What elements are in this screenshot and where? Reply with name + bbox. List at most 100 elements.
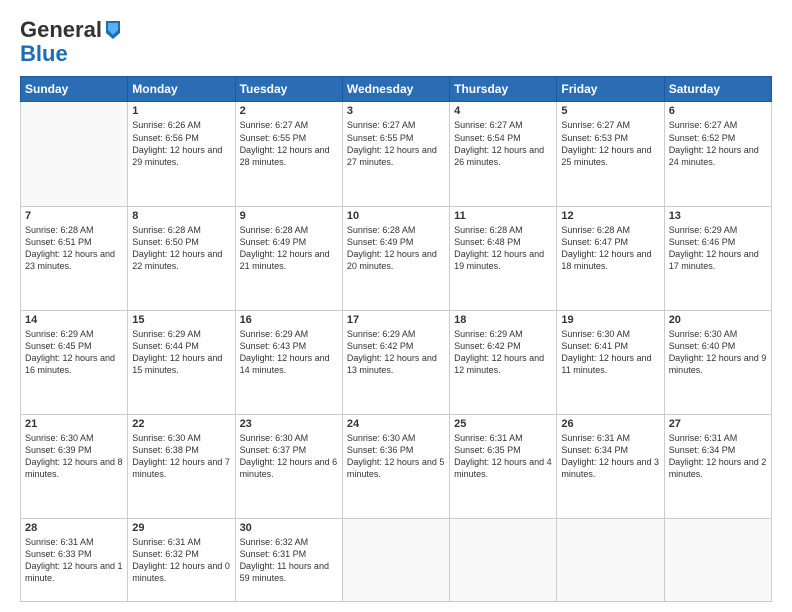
day-details: Sunrise: 6:29 AMSunset: 6:45 PMDaylight:…	[25, 328, 123, 377]
day-number: 21	[25, 418, 123, 430]
day-number: 28	[25, 522, 123, 534]
day-number: 29	[132, 522, 230, 534]
calendar-cell: 7Sunrise: 6:28 AMSunset: 6:51 PMDaylight…	[21, 206, 128, 310]
calendar-cell: 18 Sunrise: 6:29 AMSunset: 6:42 PMDayligh…	[450, 310, 557, 414]
day-details: Sunrise: 6:31 AMSunset: 6:34 PMDaylight:…	[669, 432, 767, 481]
day-details: Sunrise: 6:30 AMSunset: 6:39 PMDaylight:…	[25, 432, 123, 481]
day-number: 26	[561, 418, 659, 430]
logo-icon	[104, 19, 122, 41]
day-details: Sunrise: 6:30 AMSunset: 6:40 PMDaylight:…	[669, 328, 767, 377]
calendar-cell: 21 Sunrise: 6:30 AMSunset: 6:39 PMDayligh…	[21, 414, 128, 518]
day-details: Sunrise: 6:28 AMSunset: 6:49 PMDaylight:…	[347, 224, 445, 273]
day-details: Sunrise: 6:28 AMSunset: 6:48 PMDaylight:…	[454, 224, 552, 273]
day-details: Sunrise: 6:26 AMSunset: 6:56 PMDaylight:…	[132, 119, 230, 168]
calendar-cell: 27Sunrise: 6:31 AMSunset: 6:34 PMDayligh…	[664, 414, 771, 518]
day-number: 20	[669, 314, 767, 326]
calendar-week-row: 7Sunrise: 6:28 AMSunset: 6:51 PMDaylight…	[21, 206, 772, 310]
calendar-cell: 5 Sunrise: 6:27 AMSunset: 6:53 PMDaylight…	[557, 102, 664, 206]
col-header-wednesday: Wednesday	[342, 77, 449, 102]
day-number: 10	[347, 210, 445, 222]
logo-blue: Blue	[20, 42, 122, 66]
day-number: 5	[561, 105, 659, 117]
day-details: Sunrise: 6:31 AMSunset: 6:33 PMDaylight:…	[25, 536, 123, 585]
day-details: Sunrise: 6:27 AMSunset: 6:52 PMDaylight:…	[669, 119, 767, 168]
calendar-cell: 2Sunrise: 6:27 AMSunset: 6:55 PMDaylight…	[235, 102, 342, 206]
day-details: Sunrise: 6:29 AMSunset: 6:46 PMDaylight:…	[669, 224, 767, 273]
calendar-table: SundayMondayTuesdayWednesdayThursdayFrid…	[20, 76, 772, 602]
calendar-cell: 22 Sunrise: 6:30 AMSunset: 6:38 PMDayligh…	[128, 414, 235, 518]
day-details: Sunrise: 6:28 AMSunset: 6:51 PMDaylight:…	[25, 224, 123, 273]
calendar-cell: 6 Sunrise: 6:27 AMSunset: 6:52 PMDaylight…	[664, 102, 771, 206]
calendar-header-row: SundayMondayTuesdayWednesdayThursdayFrid…	[21, 77, 772, 102]
calendar-cell: 24 Sunrise: 6:30 AMSunset: 6:36 PMDayligh…	[342, 414, 449, 518]
calendar-cell: 9Sunrise: 6:28 AMSunset: 6:49 PMDaylight…	[235, 206, 342, 310]
calendar-cell	[342, 519, 449, 602]
calendar-cell: 30Sunrise: 6:32 AMSunset: 6:31 PMDayligh…	[235, 519, 342, 602]
calendar-cell: 4 Sunrise: 6:27 AMSunset: 6:54 PMDaylight…	[450, 102, 557, 206]
day-number: 11	[454, 210, 552, 222]
day-details: Sunrise: 6:27 AMSunset: 6:54 PMDaylight:…	[454, 119, 552, 168]
day-details: Sunrise: 6:28 AMSunset: 6:49 PMDaylight:…	[240, 224, 338, 273]
day-number: 3	[347, 105, 445, 117]
logo: General Blue	[20, 18, 122, 66]
day-number: 4	[454, 105, 552, 117]
day-details: Sunrise: 6:29 AMSunset: 6:42 PMDaylight:…	[347, 328, 445, 377]
calendar-week-row: 21 Sunrise: 6:30 AMSunset: 6:39 PMDayligh…	[21, 414, 772, 518]
calendar-cell: 13 Sunrise: 6:29 AMSunset: 6:46 PMDayligh…	[664, 206, 771, 310]
day-number: 13	[669, 210, 767, 222]
calendar-cell: 28 Sunrise: 6:31 AMSunset: 6:33 PMDayligh…	[21, 519, 128, 602]
day-details: Sunrise: 6:29 AMSunset: 6:42 PMDaylight:…	[454, 328, 552, 377]
calendar-cell: 25 Sunrise: 6:31 AMSunset: 6:35 PMDayligh…	[450, 414, 557, 518]
day-number: 17	[347, 314, 445, 326]
calendar-cell: 16 Sunrise: 6:29 AMSunset: 6:43 PMDayligh…	[235, 310, 342, 414]
day-number: 18	[454, 314, 552, 326]
day-number: 23	[240, 418, 338, 430]
calendar-cell: 29Sunrise: 6:31 AMSunset: 6:32 PMDayligh…	[128, 519, 235, 602]
logo-general: General	[20, 18, 102, 42]
day-details: Sunrise: 6:30 AMSunset: 6:41 PMDaylight:…	[561, 328, 659, 377]
calendar-cell: 26Sunrise: 6:31 AMSunset: 6:34 PMDayligh…	[557, 414, 664, 518]
day-number: 19	[561, 314, 659, 326]
calendar-cell: 10 Sunrise: 6:28 AMSunset: 6:49 PMDayligh…	[342, 206, 449, 310]
day-details: Sunrise: 6:28 AMSunset: 6:47 PMDaylight:…	[561, 224, 659, 273]
day-number: 16	[240, 314, 338, 326]
calendar-cell: 20 Sunrise: 6:30 AMSunset: 6:40 PMDayligh…	[664, 310, 771, 414]
col-header-saturday: Saturday	[664, 77, 771, 102]
col-header-friday: Friday	[557, 77, 664, 102]
calendar-cell: 17 Sunrise: 6:29 AMSunset: 6:42 PMDayligh…	[342, 310, 449, 414]
day-details: Sunrise: 6:30 AMSunset: 6:37 PMDaylight:…	[240, 432, 338, 481]
page: General Blue SundayMondayTuesdayWednesda…	[0, 0, 792, 612]
day-details: Sunrise: 6:30 AMSunset: 6:38 PMDaylight:…	[132, 432, 230, 481]
col-header-tuesday: Tuesday	[235, 77, 342, 102]
day-details: Sunrise: 6:27 AMSunset: 6:53 PMDaylight:…	[561, 119, 659, 168]
day-number: 14	[25, 314, 123, 326]
calendar-cell: 14 Sunrise: 6:29 AMSunset: 6:45 PMDayligh…	[21, 310, 128, 414]
calendar-cell: 3 Sunrise: 6:27 AMSunset: 6:55 PMDaylight…	[342, 102, 449, 206]
day-details: Sunrise: 6:31 AMSunset: 6:35 PMDaylight:…	[454, 432, 552, 481]
day-details: Sunrise: 6:30 AMSunset: 6:36 PMDaylight:…	[347, 432, 445, 481]
day-number: 6	[669, 105, 767, 117]
calendar-cell: 1 Sunrise: 6:26 AMSunset: 6:56 PMDaylight…	[128, 102, 235, 206]
calendar-cell	[21, 102, 128, 206]
calendar-cell	[557, 519, 664, 602]
calendar-cell	[664, 519, 771, 602]
calendar-cell: 19 Sunrise: 6:30 AMSunset: 6:41 PMDayligh…	[557, 310, 664, 414]
day-number: 15	[132, 314, 230, 326]
calendar-cell: 23 Sunrise: 6:30 AMSunset: 6:37 PMDayligh…	[235, 414, 342, 518]
day-details: Sunrise: 6:27 AMSunset: 6:55 PMDaylight:…	[347, 119, 445, 168]
calendar-week-row: 1 Sunrise: 6:26 AMSunset: 6:56 PMDaylight…	[21, 102, 772, 206]
day-number: 30	[240, 522, 338, 534]
col-header-sunday: Sunday	[21, 77, 128, 102]
day-number: 1	[132, 105, 230, 117]
calendar-cell: 11 Sunrise: 6:28 AMSunset: 6:48 PMDayligh…	[450, 206, 557, 310]
calendar-week-row: 14 Sunrise: 6:29 AMSunset: 6:45 PMDayligh…	[21, 310, 772, 414]
header: General Blue	[20, 18, 772, 66]
calendar-cell: 15Sunrise: 6:29 AMSunset: 6:44 PMDayligh…	[128, 310, 235, 414]
day-number: 22	[132, 418, 230, 430]
day-number: 8	[132, 210, 230, 222]
day-number: 25	[454, 418, 552, 430]
day-number: 24	[347, 418, 445, 430]
col-header-monday: Monday	[128, 77, 235, 102]
day-number: 2	[240, 105, 338, 117]
day-details: Sunrise: 6:29 AMSunset: 6:43 PMDaylight:…	[240, 328, 338, 377]
